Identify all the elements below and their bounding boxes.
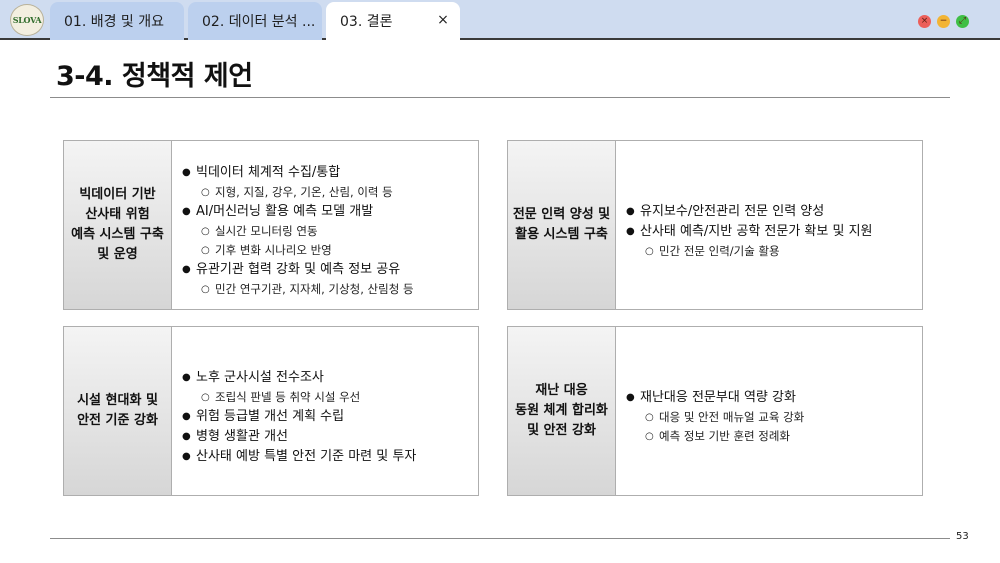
- bullet-item: ● 산사태 예측/지반 공학 전문가 확보 및 지원: [626, 222, 916, 242]
- bullet-item: ● 유관기관 협력 강화 및 예측 정보 공유: [182, 260, 472, 280]
- page-title: 3-4. 정책적 제언: [56, 61, 253, 92]
- footer-divider: [50, 538, 950, 539]
- tab-label: 02. 데이터 분석 ...: [202, 14, 316, 30]
- bullet-icon: ●: [626, 205, 635, 217]
- bullet-text: 노후 군사시설 전수조사: [196, 369, 324, 385]
- sub-bullet-text: 대응 및 안전 매뉴얼 교육 강화: [659, 410, 805, 424]
- card-label: 시설 현대화 및 안전 기준 강화: [64, 327, 172, 495]
- card-label: 빅데이터 기반 산사태 위험 예측 시스템 구축 및 운영: [64, 141, 172, 309]
- maximize-icon: ⤢: [958, 16, 967, 26]
- card-body: ● 재난대응 전문부대 역량 강화 ○ 대응 및 안전 매뉴얼 교육 강화 ○ 예측 정보…: [616, 327, 922, 495]
- card-body: ● 빅데이터 체계적 수집/통합 ○ 지형, 지질, 강우, 기온, 산림, 이력 등…: [172, 141, 478, 309]
- bullet-item: ● 병형 생활관 개선: [182, 427, 472, 447]
- sub-bullet-item: ○ 조립식 판넬 등 취약 시설 우선: [182, 388, 472, 407]
- policy-card-personnel: 전문 인력 양성 및 활용 시스템 구축 ● 유지보수/안전관리 전문 인력 양성…: [507, 140, 923, 310]
- minimize-icon: −: [939, 16, 948, 26]
- bullet-icon: ●: [182, 410, 191, 422]
- close-tab-icon[interactable]: ×: [436, 12, 450, 28]
- bullet-icon: ●: [182, 264, 191, 275]
- bullet-item: ● 재난대응 전문부대 역량 강화: [626, 388, 916, 408]
- sub-bullet-icon: ○: [201, 245, 210, 256]
- title-divider: [50, 97, 950, 98]
- tab-label: 01. 배경 및 개요: [64, 14, 165, 30]
- bullet-text: 산사태 예측/지반 공학 전문가 확보 및 지원: [640, 223, 873, 239]
- sub-bullet-icon: ○: [201, 187, 210, 198]
- bullet-text: 유지보수/안전관리 전문 인력 양성: [640, 203, 825, 219]
- bullet-icon: ●: [182, 430, 191, 442]
- bullet-item: ● 노후 군사시설 전수조사: [182, 368, 472, 388]
- sub-bullet-icon: ○: [201, 391, 210, 403]
- sub-bullet-text: 예측 정보 기반 훈련 정례화: [659, 429, 791, 443]
- sub-bullet-icon: ○: [201, 226, 210, 237]
- sub-bullet-text: 민간 연구기관, 지자체, 기상청, 산림청 등: [215, 282, 414, 296]
- window-maximize-button[interactable]: ⤢: [956, 15, 969, 28]
- sub-bullet-text: 민간 전문 인력/기술 활용: [659, 243, 780, 258]
- sub-bullet-item: ○ 지형, 지질, 강우, 기온, 산림, 이력 등: [182, 183, 472, 202]
- logo-text: SLOVA: [12, 15, 42, 25]
- window-minimize-button[interactable]: −: [937, 15, 950, 28]
- bullet-text: 빅데이터 체계적 수집/통합: [196, 165, 341, 180]
- close-icon: ×: [920, 16, 929, 26]
- sub-bullet-icon: ○: [201, 284, 210, 295]
- sub-bullet-text: 조립식 판넬 등 취약 시설 우선: [215, 389, 361, 404]
- bullet-text: 위험 등급별 개선 계획 수립: [196, 408, 345, 424]
- card-label: 전문 인력 양성 및 활용 시스템 구축: [508, 141, 616, 309]
- sub-bullet-item: ○ 예측 정보 기반 훈련 정례화: [626, 427, 916, 446]
- sub-bullet-text: 지형, 지질, 강우, 기온, 산림, 이력 등: [215, 185, 393, 199]
- sub-bullet-item: ○ 민간 전문 인력/기술 활용: [626, 242, 916, 261]
- sub-bullet-item: ○ 기후 변화 시나리오 반영: [182, 241, 472, 260]
- policy-card-bigdata: 빅데이터 기반 산사태 위험 예측 시스템 구축 및 운영 ● 빅데이터 체계적 …: [63, 140, 479, 310]
- bullet-icon: ●: [182, 371, 191, 383]
- policy-card-facilities: 시설 현대화 및 안전 기준 강화 ● 노후 군사시설 전수조사 ○ 조립식 판넬 등…: [63, 326, 479, 496]
- bullet-text: 유관기관 협력 강화 및 예측 정보 공유: [196, 262, 401, 277]
- tab-data-analysis[interactable]: 02. 데이터 분석 ...: [188, 2, 322, 40]
- bullet-item: ● 산사태 예방 특별 안전 기준 마련 및 투자: [182, 447, 472, 467]
- card-body: ● 유지보수/안전관리 전문 인력 양성 ● 산사태 예측/지반 공학 전문가 확보 …: [616, 141, 922, 309]
- bullet-item: ● AI/머신러닝 활용 예측 모델 개발: [182, 202, 472, 222]
- tab-label: 03. 결론: [340, 14, 393, 30]
- bullet-text: AI/머신러닝 활용 예측 모델 개발: [196, 204, 374, 219]
- sub-bullet-item: ○ 민간 연구기관, 지자체, 기상청, 산림청 등: [182, 280, 472, 299]
- page-number: 53: [956, 531, 969, 542]
- sub-bullet-text: 기후 변화 시나리오 반영: [215, 243, 332, 257]
- window-close-button[interactable]: ×: [918, 15, 931, 28]
- tab-bar: SLOVA 01. 배경 및 개요 02. 데이터 분석 ... 03. 결론 …: [0, 0, 1000, 40]
- bullet-text: 재난대응 전문부대 역량 강화: [640, 390, 796, 405]
- bullet-icon: ●: [182, 450, 191, 462]
- sub-bullet-text: 실시간 모니터링 연동: [215, 224, 318, 238]
- bullet-icon: ●: [626, 225, 635, 237]
- bullet-icon: ●: [182, 206, 191, 217]
- sub-bullet-item: ○ 실시간 모니터링 연동: [182, 222, 472, 241]
- bullet-item: ● 위험 등급별 개선 계획 수립: [182, 407, 472, 427]
- tab-background-overview[interactable]: 01. 배경 및 개요: [50, 2, 184, 40]
- card-body: ● 노후 군사시설 전수조사 ○ 조립식 판넬 등 취약 시설 우선 ● 위험 등급별 개…: [172, 327, 478, 495]
- bullet-item: ● 유지보수/안전관리 전문 인력 양성: [626, 202, 916, 222]
- bullet-item: ● 빅데이터 체계적 수집/통합: [182, 163, 472, 183]
- bullet-icon: ●: [626, 392, 635, 403]
- card-label: 재난 대응 동원 체계 합리화 및 안전 강화: [508, 327, 616, 495]
- bullet-text: 병형 생활관 개선: [196, 428, 288, 444]
- sub-bullet-icon: ○: [645, 245, 654, 257]
- sub-bullet-icon: ○: [645, 412, 654, 423]
- sub-bullet-item: ○ 대응 및 안전 매뉴얼 교육 강화: [626, 408, 916, 427]
- sub-bullet-icon: ○: [645, 431, 654, 442]
- app-logo: SLOVA: [10, 4, 44, 36]
- bullet-icon: ●: [182, 167, 191, 178]
- policy-card-disaster-response: 재난 대응 동원 체계 합리화 및 안전 강화 ● 재난대응 전문부대 역량 강화…: [507, 326, 923, 496]
- bullet-text: 산사태 예방 특별 안전 기준 마련 및 투자: [196, 448, 417, 464]
